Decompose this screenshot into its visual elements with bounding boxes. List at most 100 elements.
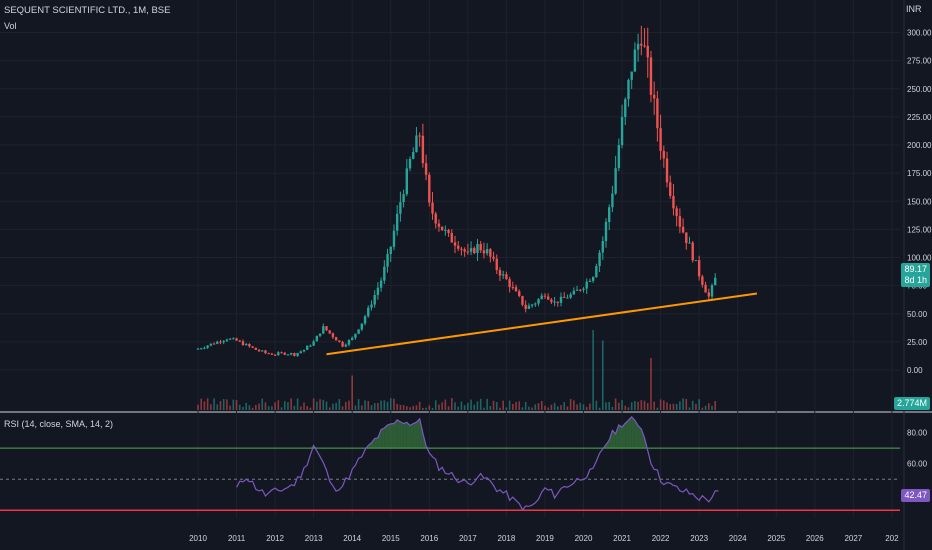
volume-bar [624,405,627,410]
volume-bar [563,402,566,410]
volume-bar [666,402,668,410]
candle-body [264,350,267,354]
candle-body [604,221,608,242]
volume-bar [328,407,331,410]
volume-bar [653,401,655,410]
volume-bar [518,401,521,410]
candle-body [479,244,482,251]
grid-lines [0,0,932,550]
volume-bar [524,401,527,410]
candle-body [701,276,704,285]
candle-body [228,338,232,340]
time-tick-label: 2023 [690,534,708,543]
volume-bar [592,330,594,410]
volume-bar [283,401,286,410]
volume-bar [492,400,495,410]
candle-body [241,341,245,346]
candle-body [344,344,347,347]
volume-legend[interactable]: Vol [4,21,17,31]
volume-bar [701,407,704,410]
volume-bar [698,399,700,410]
candle-body [527,305,531,309]
candle-body [351,337,354,340]
volume-bar [483,407,485,410]
volume-bar [412,405,415,410]
candle-body [386,253,389,267]
volume-bar [457,406,460,410]
rsi-series [0,416,900,511]
candle-body [196,348,200,350]
candle-body [209,343,213,346]
volume-bar [300,406,302,410]
volume-bar [640,400,643,410]
candle-body [383,266,386,281]
rsi-overbought-fill [618,424,623,449]
rsi-tick-label: 80.00 [907,429,928,438]
candle-body [624,99,627,117]
candle-body [550,299,553,303]
volume-bar [682,398,684,410]
candle-body [691,242,694,261]
rsi-legend[interactable]: RSI (14, close, SMA, 14, 2) [4,419,113,429]
volume-bar [579,402,582,410]
candle-body [367,307,370,317]
candle-body [457,245,460,249]
candle-body [306,345,309,350]
candle-body [212,343,216,345]
candle-body [697,260,701,277]
volume-bar [277,400,280,410]
volume-bar [557,406,559,410]
volume-bar [560,405,562,410]
candle-body [640,43,643,46]
volume-bar [454,402,456,410]
candle-body [495,258,498,271]
volume-bar [267,406,270,410]
time-tick-label: 2024 [729,534,747,543]
candle-body [521,295,524,305]
symbol-title[interactable]: SEQUENT SCIENTIFIC LTD., 1M, BSE [4,5,170,16]
price-tick-label: 250.00 [907,85,932,94]
candle-body [669,182,672,196]
candle-body [424,163,428,175]
volume-bar [637,401,639,410]
chart-canvas[interactable]: 300.00 275.00 250.00 225.00 200.00 175.00 150.… [0,0,932,550]
volume-bar [213,398,215,410]
rsi-overbought-fill [374,437,378,449]
candle-body [334,337,338,341]
volume-bar [585,406,588,410]
volume-bar [608,401,610,410]
volume-bar [312,398,315,410]
rsi-overbought-fill [413,422,417,449]
time-tick-label: 2015 [382,534,400,543]
volume-bar [335,402,337,410]
candle-body [636,43,640,50]
time-tick-label: 2022 [652,534,670,543]
volume-bar [306,406,309,410]
volume-bar [210,404,212,410]
candle-body [714,277,717,286]
bar-countdown: 8d 1h [904,275,927,285]
candle-body [559,296,563,303]
candle-body [508,279,511,288]
candle-body [257,349,261,352]
candle-body [627,79,630,100]
volume-bar [341,406,344,410]
rsi-line [236,416,719,511]
candle-body [203,347,206,349]
volume-bar [229,405,231,410]
candle-body [476,244,479,254]
candle-body [251,346,254,348]
rsi-overbought-fill [406,422,411,449]
volume-bar [290,398,292,410]
volume-bar [463,405,466,410]
volume-bar [601,340,604,410]
volume-bar [656,407,659,410]
last-price-value: 89.17 [904,264,927,274]
rsi-overbought-fill [387,423,391,449]
volume-bar [354,405,357,410]
candle-body [524,304,527,309]
volume-bar [393,398,395,410]
volume-bar [544,405,546,410]
candle-body [322,326,325,334]
volume-bar [537,403,540,410]
